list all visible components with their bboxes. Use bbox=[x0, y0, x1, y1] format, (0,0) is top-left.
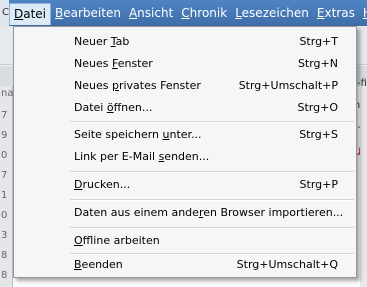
label-part: Neues bbox=[74, 57, 112, 70]
item-label: Offline arbeiten bbox=[74, 234, 160, 247]
scrollbar[interactable] bbox=[360, 86, 367, 287]
item-label: Daten aus einem anderen Browser importie… bbox=[74, 206, 343, 219]
menu-label: earbeiten bbox=[63, 6, 121, 20]
menu-separator bbox=[70, 121, 354, 123]
shortcut: Strg+T bbox=[299, 35, 338, 48]
accel: A bbox=[128, 6, 138, 20]
accel: O bbox=[74, 234, 83, 247]
label-part: rucken... bbox=[82, 178, 131, 191]
item-label: Neuer Tab bbox=[74, 35, 129, 48]
menu-help[interactable]: Hilf bbox=[359, 2, 367, 24]
menu-label: xtras bbox=[324, 6, 355, 20]
menu-item-new-window[interactable]: Neues Fenster Strg+N bbox=[14, 53, 356, 75]
shortcut: Strg+S bbox=[299, 128, 338, 141]
line-number: na bbox=[1, 88, 14, 99]
line-number: 7 bbox=[1, 170, 8, 181]
label-part: ffnen... bbox=[113, 101, 153, 114]
accel: u bbox=[162, 128, 170, 141]
label-part: Seite speichern bbox=[74, 128, 163, 141]
shortcut: Strg+P bbox=[299, 178, 338, 191]
menu-item-print[interactable]: Drucken... Strg+P bbox=[14, 174, 356, 196]
accel: D bbox=[13, 7, 24, 21]
item-label: Link per E-Mail senden... bbox=[74, 150, 209, 163]
shortcut: Strg+Umschalt+Q bbox=[236, 258, 338, 271]
menu-item-new-private-window[interactable]: Neues privates Fenster Strg+Umschalt+P bbox=[14, 75, 356, 97]
label-part: enden... bbox=[164, 150, 210, 163]
item-label: Neues Fenster bbox=[74, 57, 153, 70]
accel: p bbox=[111, 79, 119, 92]
menu-item-quit[interactable]: Beenden Strg+Umschalt+Q bbox=[14, 254, 356, 276]
file-menu-dropdown: Neuer Tab Strg+T Neues Fenster Strg+N Ne… bbox=[13, 26, 357, 278]
line-number: 8 bbox=[1, 250, 8, 261]
menu-label: nsicht bbox=[137, 6, 174, 20]
label-part: Neues bbox=[74, 79, 112, 92]
shortcut: Strg+O bbox=[297, 101, 338, 114]
label-part: Link per E-Mail bbox=[74, 150, 159, 163]
menu-item-email-link[interactable]: Link per E-Mail senden... bbox=[14, 146, 356, 168]
menu-item-work-offline[interactable]: Offline arbeiten bbox=[14, 230, 356, 252]
menu-item-new-tab[interactable]: Neuer Tab Strg+T bbox=[14, 31, 356, 53]
window-tab-stub: C bbox=[0, 0, 9, 26]
menu-label: esezeichen bbox=[241, 6, 309, 20]
line-number: 1 bbox=[1, 190, 8, 201]
line-number: 9 bbox=[1, 130, 8, 141]
menu-bookmarks[interactable]: Lesezeichen bbox=[231, 2, 313, 24]
menu-separator bbox=[70, 227, 354, 229]
line-number: 0 bbox=[1, 150, 8, 161]
menu-label: atei bbox=[23, 7, 47, 21]
menu-history[interactable]: Chronik bbox=[177, 2, 231, 24]
menu-label: hronik bbox=[189, 6, 228, 20]
line-number: 3 bbox=[1, 230, 8, 241]
menu-edit[interactable]: Bearbeiten bbox=[51, 2, 125, 24]
label-part: nter... bbox=[169, 128, 202, 141]
accel: H bbox=[363, 6, 367, 20]
label-part: Neuer bbox=[74, 35, 111, 48]
accel: E bbox=[316, 6, 325, 20]
label-part: eenden bbox=[81, 258, 123, 271]
shortcut: Strg+N bbox=[297, 57, 338, 70]
item-label: Neues privates Fenster bbox=[74, 79, 201, 92]
accel: ö bbox=[106, 101, 114, 114]
menu-file[interactable]: Datei bbox=[8, 3, 52, 25]
label-part: ab bbox=[115, 35, 130, 48]
accel: B bbox=[55, 6, 64, 20]
menu-tools[interactable]: Extras bbox=[313, 2, 359, 24]
label-part: Datei bbox=[74, 101, 107, 114]
accel: C bbox=[181, 6, 190, 20]
shortcut: Strg+Umschalt+P bbox=[238, 79, 338, 92]
item-label: Datei öffnen... bbox=[74, 101, 152, 114]
menu-view[interactable]: Ansicht bbox=[125, 2, 177, 24]
menu-bar: C Datei Bearbeiten Ansicht Chronik Lesez… bbox=[0, 0, 367, 26]
menu-separator bbox=[70, 199, 354, 201]
label-part: en Browser importieren... bbox=[203, 206, 344, 219]
item-label: Seite speichern unter... bbox=[74, 128, 202, 141]
label-part: ffline arbeiten bbox=[82, 234, 160, 247]
menu-item-open-file[interactable]: Datei öffnen... Strg+O bbox=[14, 97, 356, 119]
line-number: 7 bbox=[1, 110, 8, 121]
item-label: Drucken... bbox=[74, 178, 130, 191]
label-part: rivates Fenster bbox=[118, 79, 201, 92]
line-number: 8 bbox=[1, 270, 8, 281]
menu-item-save-page[interactable]: Seite speichern unter... Strg+S bbox=[14, 124, 356, 146]
line-number: 0 bbox=[1, 210, 8, 221]
accel: B bbox=[74, 258, 82, 271]
label-part: enster bbox=[117, 57, 153, 70]
item-label: Beenden bbox=[74, 258, 123, 271]
background-left-strip: na 7 9 0 7 1 0 3 8 8 bbox=[0, 86, 13, 287]
menu-separator bbox=[70, 171, 354, 173]
label-part: Daten aus einem ande bbox=[74, 206, 199, 219]
menu-item-import-data[interactable]: Daten aus einem anderen Browser importie… bbox=[14, 202, 356, 224]
